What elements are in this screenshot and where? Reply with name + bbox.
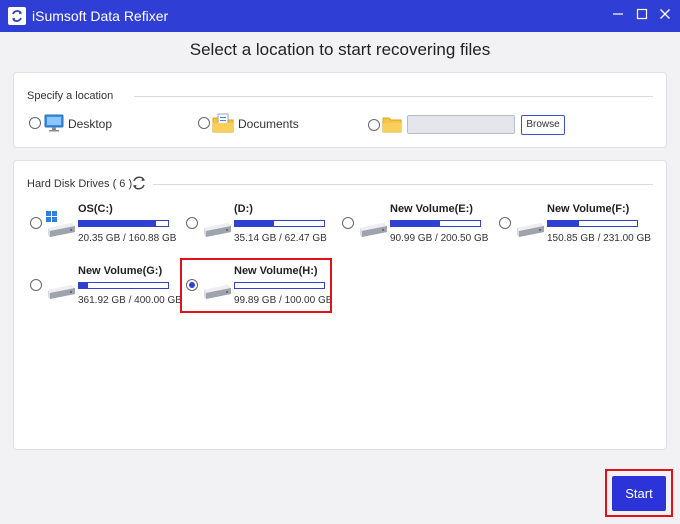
drive-d-usage-fill — [235, 221, 275, 226]
drive-f-size: 150.85 GB / 231.00 GB — [547, 233, 651, 244]
maximize-icon — [636, 8, 648, 20]
drive-d-usage-bar — [234, 220, 325, 227]
divider — [134, 96, 653, 97]
drive-c-usage-fill — [79, 221, 157, 226]
maximize-button[interactable] — [632, 6, 652, 26]
hard-disk-icon — [360, 223, 387, 237]
drives-legend: Hard Disk Drives ( 6 ) — [27, 178, 133, 190]
desktop-icon — [44, 114, 64, 132]
drive-f-radio[interactable] — [499, 217, 511, 229]
drive-f-usage-fill — [548, 221, 580, 226]
location-legend: Specify a location — [27, 90, 114, 102]
window-title: iSumsoft Data Refixer — [32, 8, 169, 24]
hard-disk-icon — [48, 285, 75, 299]
refresh-logo-icon — [8, 7, 26, 25]
close-button[interactable] — [655, 6, 675, 26]
drive-g[interactable]: New Volume(G:) 361.92 GB / 400.00 GB — [30, 265, 182, 311]
folder-icon — [382, 117, 402, 133]
hard-disk-icon — [517, 223, 544, 237]
hard-disk-icon — [204, 223, 231, 237]
drive-c-usage-bar — [78, 220, 169, 227]
drive-d[interactable]: (D:) 35.14 GB / 62.47 GB — [186, 203, 336, 249]
drive-f-usage-bar — [547, 220, 638, 227]
start-button[interactable]: Start — [612, 476, 666, 511]
minimize-button[interactable] — [608, 6, 628, 26]
drive-e-usage-bar — [390, 220, 481, 227]
documents-radio[interactable] — [198, 117, 210, 129]
drive-g-usage-bar — [78, 282, 169, 289]
drive-f[interactable]: New Volume(F:) 150.85 GB / 231.00 GB — [499, 203, 651, 249]
path-input[interactable] — [407, 115, 515, 134]
browse-button[interactable]: Browse — [521, 115, 565, 135]
desktop-radio[interactable] — [29, 117, 41, 129]
page-title: Select a location to start recovering fi… — [189, 40, 491, 59]
documents-icon — [212, 113, 234, 133]
refresh-icon[interactable] — [131, 175, 147, 191]
drive-e-usage-fill — [391, 221, 440, 226]
drive-d-name: (D:) — [234, 203, 253, 215]
title-bar: iSumsoft Data Refixer — [0, 0, 680, 32]
close-icon — [660, 9, 670, 19]
drive-d-radio[interactable] — [186, 217, 198, 229]
drives-panel: Hard Disk Drives ( 6 ) OS(C:) 20.35 GB /… — [13, 160, 667, 450]
drive-d-size: 35.14 GB / 62.47 GB — [234, 233, 327, 244]
documents-label[interactable]: Documents — [238, 117, 299, 131]
drive-e-size: 90.99 GB / 200.50 GB — [390, 233, 489, 244]
drive-g-radio[interactable] — [30, 279, 42, 291]
drive-g-size: 361.92 GB / 400.00 GB — [78, 295, 182, 306]
drive-g-usage-fill — [79, 283, 88, 288]
divider — [153, 184, 653, 185]
drive-c-radio[interactable] — [30, 217, 42, 229]
drive-c-name: OS(C:) — [78, 203, 113, 215]
hard-disk-icon — [46, 211, 75, 237]
location-panel: Specify a location Desktop Documents Bro… — [13, 72, 667, 148]
minimize-icon — [613, 13, 623, 15]
drive-f-name: New Volume(F:) — [547, 203, 630, 215]
selection-highlight — [180, 258, 332, 313]
drive-e-name: New Volume(E:) — [390, 203, 473, 215]
drive-c[interactable]: OS(C:) 20.35 GB / 160.88 GB — [30, 203, 180, 249]
drive-e-radio[interactable] — [342, 217, 354, 229]
desktop-label[interactable]: Desktop — [68, 117, 112, 131]
custom-path-radio[interactable] — [368, 119, 380, 131]
drive-g-name: New Volume(G:) — [78, 265, 163, 277]
main-area: Select a location to start recovering fi… — [0, 32, 680, 524]
drive-e[interactable]: New Volume(E:) 90.99 GB / 200.50 GB — [342, 203, 492, 249]
drive-c-size: 20.35 GB / 160.88 GB — [78, 233, 177, 244]
